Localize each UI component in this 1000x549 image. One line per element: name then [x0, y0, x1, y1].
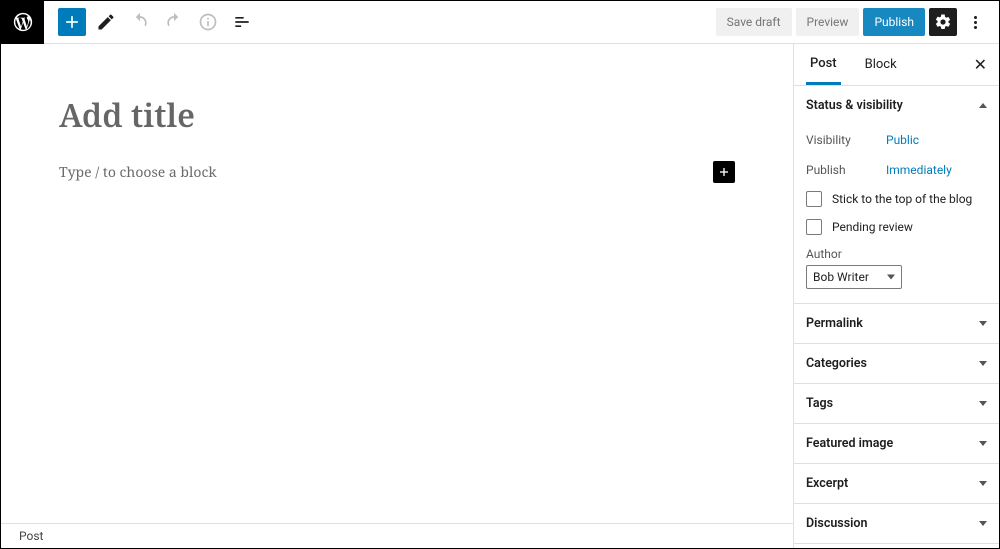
pencil-icon: [96, 12, 116, 32]
post-title-input[interactable]: Add title: [59, 94, 735, 137]
info-icon: [198, 12, 218, 32]
panel-tags[interactable]: Tags: [794, 384, 999, 423]
panel-categories[interactable]: Categories: [794, 344, 999, 383]
pending-review-checkbox[interactable]: Pending review: [806, 213, 987, 241]
chevron-down-icon: [979, 481, 987, 486]
block-placeholder[interactable]: Type / to choose a block: [59, 163, 217, 182]
chevron-down-icon: [979, 321, 987, 326]
chevron-down-icon: [979, 441, 987, 446]
kebab-icon: [974, 16, 977, 29]
undo-icon: [130, 12, 150, 32]
inline-add-block-button[interactable]: [713, 161, 735, 183]
wordpress-icon: [12, 11, 34, 33]
edit-mode-button[interactable]: [92, 8, 120, 36]
panel-title: Status & visibility: [806, 98, 903, 113]
panel-excerpt[interactable]: Excerpt: [794, 464, 999, 503]
chevron-up-icon: [979, 103, 987, 108]
settings-button[interactable]: [929, 8, 957, 36]
publish-value[interactable]: Immediately: [886, 163, 952, 177]
chevron-down-icon: [979, 401, 987, 406]
panel-permalink[interactable]: Permalink: [794, 304, 999, 343]
outline-button[interactable]: [228, 8, 256, 36]
undo-button: [126, 8, 154, 36]
visibility-value[interactable]: Public: [886, 133, 919, 147]
checkbox-icon: [806, 191, 822, 207]
details-button: [194, 8, 222, 36]
plus-icon: [716, 164, 732, 180]
checkbox-icon: [806, 219, 822, 235]
chevron-down-icon: [979, 361, 987, 366]
preview-button[interactable]: Preview: [796, 8, 860, 36]
publish-label: Publish: [806, 163, 886, 177]
visibility-label: Visibility: [806, 133, 886, 147]
panel-discussion[interactable]: Discussion: [794, 504, 999, 543]
plus-icon: [62, 12, 82, 32]
pending-label: Pending review: [832, 220, 913, 234]
panel-status-visibility[interactable]: Status & visibility: [794, 86, 999, 125]
wordpress-logo[interactable]: [1, 1, 44, 44]
redo-button: [160, 8, 188, 36]
tab-block[interactable]: Block: [861, 44, 901, 85]
tab-post[interactable]: Post: [806, 44, 841, 85]
redo-icon: [164, 12, 184, 32]
close-sidebar-button[interactable]: ✕: [974, 55, 987, 74]
stick-label: Stick to the top of the blog: [832, 192, 972, 206]
more-options-button[interactable]: [961, 8, 989, 36]
settings-sidebar: Post Block ✕ Status & visibility Visibil…: [793, 44, 999, 548]
author-select[interactable]: Bob Writer: [806, 265, 902, 289]
author-label: Author: [806, 247, 987, 261]
gear-icon: [934, 13, 952, 31]
panel-featured-image[interactable]: Featured image: [794, 424, 999, 463]
publish-button[interactable]: Publish: [863, 8, 925, 36]
chevron-down-icon: [979, 521, 987, 526]
block-breadcrumb[interactable]: Post: [1, 523, 793, 548]
editor-topbar: Save draft Preview Publish: [1, 1, 999, 44]
list-view-icon: [232, 12, 252, 32]
stick-checkbox[interactable]: Stick to the top of the blog: [806, 185, 987, 213]
save-draft-button[interactable]: Save draft: [716, 8, 792, 36]
add-block-button[interactable]: [58, 8, 86, 36]
